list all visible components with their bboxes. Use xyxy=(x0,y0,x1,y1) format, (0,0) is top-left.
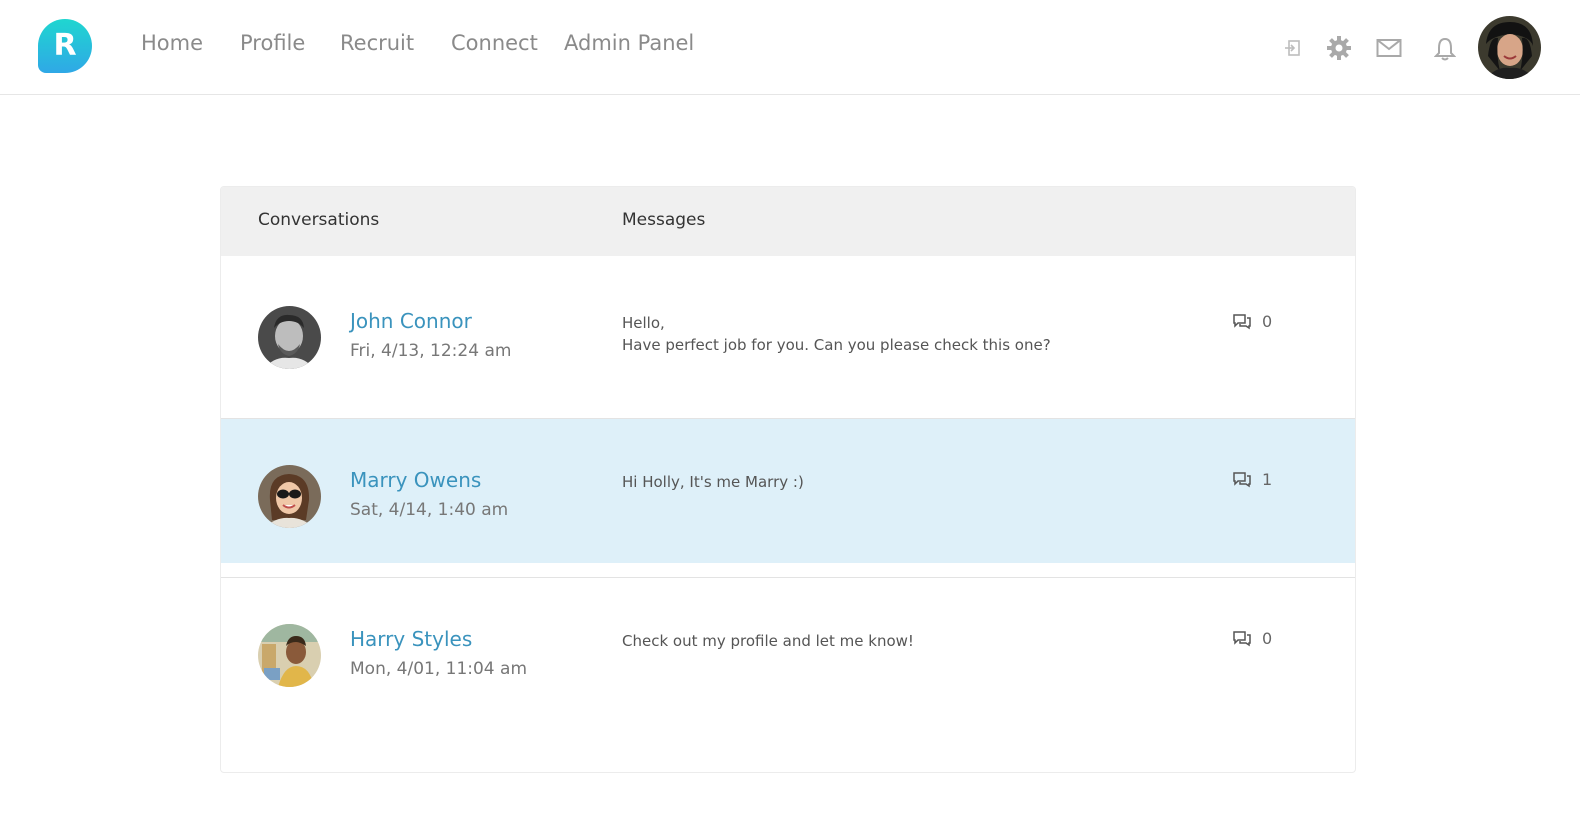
reply-count: 1 xyxy=(1232,470,1272,489)
app-logo[interactable]: R xyxy=(38,19,92,73)
contact-name[interactable]: Harry Styles xyxy=(350,627,472,651)
reply-count: 0 xyxy=(1232,312,1272,331)
panel-header: Conversations Messages xyxy=(221,187,1355,256)
mail-icon[interactable] xyxy=(1376,37,1402,63)
gear-icon[interactable] xyxy=(1326,35,1352,61)
nav-admin-panel[interactable]: Admin Panel xyxy=(564,31,694,55)
comments-icon xyxy=(1233,631,1251,647)
bell-icon[interactable] xyxy=(1433,36,1460,62)
message-preview: Check out my profile and let me know! xyxy=(622,630,914,652)
reply-count: 0 xyxy=(1232,629,1272,648)
reply-count-value: 0 xyxy=(1262,312,1273,331)
comments-icon xyxy=(1233,472,1251,488)
user-avatar[interactable] xyxy=(1478,16,1541,79)
nav-home[interactable]: Home xyxy=(141,31,203,55)
message-line: Have perfect job for you. Can you please… xyxy=(622,336,1051,354)
message-line: Hello, xyxy=(622,314,665,332)
conversation-row[interactable]: Harry Styles Mon, 4/01, 11:04 am Check o… xyxy=(221,578,1355,738)
comments-icon xyxy=(1233,314,1251,330)
reply-count-value: 1 xyxy=(1262,470,1273,489)
avatar xyxy=(258,624,321,687)
message-preview: Hello, Have perfect job for you. Can you… xyxy=(622,312,1051,356)
conversation-date: Fri, 4/13, 12:24 am xyxy=(350,341,512,361)
messages-heading: Messages xyxy=(622,210,706,230)
conversation-row[interactable]: John Connor Fri, 4/13, 12:24 am Hello, H… xyxy=(221,256,1355,418)
message-preview: Hi Holly, It's me Marry :) xyxy=(622,471,804,493)
conversation-date: Sat, 4/14, 1:40 am xyxy=(350,500,509,520)
message-line: Check out my profile and let me know! xyxy=(622,632,914,650)
conversations-panel: Conversations Messages John Connor Fri, … xyxy=(220,186,1356,773)
message-line: Hi Holly, It's me Marry :) xyxy=(622,473,804,491)
nav-connect[interactable]: Connect xyxy=(451,31,538,55)
conversations-heading: Conversations xyxy=(258,210,380,230)
conversation-date: Mon, 4/01, 11:04 am xyxy=(350,659,528,679)
conversation-row-selected[interactable]: Marry Owens Sat, 4/14, 1:40 am Hi Holly,… xyxy=(221,419,1355,563)
avatar xyxy=(258,306,321,369)
nav-profile[interactable]: Profile xyxy=(240,31,305,55)
contact-name[interactable]: Marry Owens xyxy=(350,468,481,492)
nav-recruit[interactable]: Recruit xyxy=(340,31,414,55)
avatar xyxy=(258,465,321,528)
contact-name[interactable]: John Connor xyxy=(350,309,472,333)
sign-in-icon[interactable] xyxy=(1282,37,1304,59)
reply-count-value: 0 xyxy=(1262,629,1273,648)
top-navbar: R Home Profile Recruit Connect Admin Pan… xyxy=(0,0,1580,95)
